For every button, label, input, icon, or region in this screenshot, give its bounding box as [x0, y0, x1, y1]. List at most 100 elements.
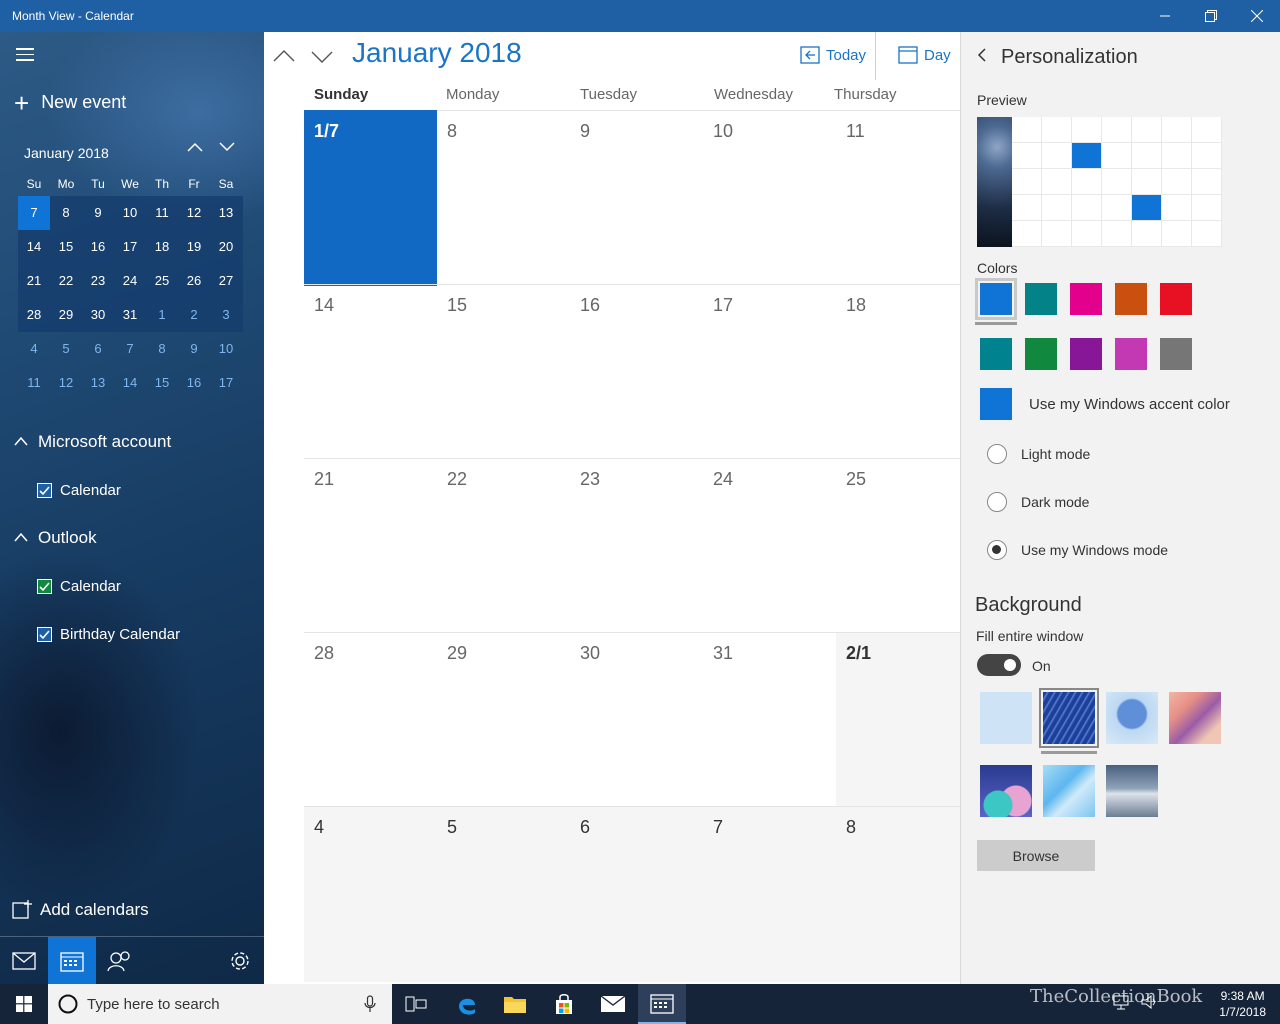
- mini-day[interactable]: 21: [18, 264, 50, 298]
- mini-day[interactable]: 6: [82, 332, 114, 366]
- color-swatch[interactable]: [980, 338, 1012, 370]
- new-event-button[interactable]: + New event: [14, 90, 126, 116]
- background-thumb-canyon[interactable]: [1169, 692, 1221, 744]
- mini-day[interactable]: 20: [210, 230, 242, 264]
- mini-day[interactable]: 16: [82, 230, 114, 264]
- mini-prev-month-icon[interactable]: [186, 140, 204, 158]
- color-swatch[interactable]: [1070, 338, 1102, 370]
- hamburger-menu-icon[interactable]: [16, 48, 34, 62]
- checkbox[interactable]: [37, 579, 52, 594]
- previous-month-button[interactable]: [272, 44, 296, 68]
- mini-day[interactable]: 13: [210, 196, 242, 230]
- store-button[interactable]: [540, 984, 588, 1024]
- mini-day[interactable]: 9: [82, 196, 114, 230]
- day-cell[interactable]: 24: [703, 458, 836, 632]
- mini-day[interactable]: 11: [18, 366, 50, 400]
- day-cell[interactable]: 16: [570, 284, 703, 458]
- day-cell[interactable]: 25: [836, 458, 960, 632]
- mini-next-month-icon[interactable]: [218, 140, 236, 158]
- mini-day[interactable]: 9: [178, 332, 210, 366]
- clock[interactable]: 9:38 AM 1/7/2018: [1219, 988, 1266, 1020]
- calendar-toggle-outlook-calendar[interactable]: Calendar: [37, 578, 121, 595]
- mini-day[interactable]: 15: [146, 366, 178, 400]
- calendar-toggle-microsoft-calendar[interactable]: Calendar: [37, 482, 121, 499]
- next-month-button[interactable]: [310, 44, 334, 68]
- mini-day[interactable]: 15: [50, 230, 82, 264]
- day-cell[interactable]: 8: [836, 806, 960, 982]
- browse-button[interactable]: Browse: [977, 840, 1095, 871]
- radio-button[interactable]: [987, 444, 1007, 464]
- mini-day[interactable]: 7: [18, 196, 50, 230]
- close-button[interactable]: [1234, 0, 1280, 32]
- mini-day[interactable]: 12: [178, 196, 210, 230]
- day-cell[interactable]: 31: [703, 632, 836, 806]
- people-app-button[interactable]: [96, 937, 144, 984]
- background-thumb-circles[interactable]: [980, 765, 1032, 817]
- day-cell[interactable]: 18: [836, 284, 960, 458]
- mini-day[interactable]: 14: [114, 366, 146, 400]
- today-button[interactable]: Today: [800, 46, 866, 64]
- mini-day[interactable]: 25: [146, 264, 178, 298]
- dark-mode-radio[interactable]: Dark mode: [987, 492, 1089, 512]
- radio-button[interactable]: [987, 492, 1007, 512]
- network-icon[interactable]: [1112, 994, 1130, 1010]
- mini-day[interactable]: 19: [178, 230, 210, 264]
- mini-day[interactable]: 16: [178, 366, 210, 400]
- windows-mode-radio[interactable]: Use my Windows mode: [987, 540, 1168, 560]
- day-cell[interactable]: 28: [304, 632, 437, 806]
- mini-day[interactable]: 29: [50, 298, 82, 332]
- background-thumb-light-blue[interactable]: [980, 692, 1032, 744]
- day-cell[interactable]: 6: [570, 806, 703, 982]
- day-cell[interactable]: 11: [836, 110, 960, 284]
- mini-day[interactable]: 30: [82, 298, 114, 332]
- light-mode-radio[interactable]: Light mode: [987, 444, 1090, 464]
- mini-day[interactable]: 12: [50, 366, 82, 400]
- radio-button[interactable]: [987, 540, 1007, 560]
- mini-day[interactable]: 27: [210, 264, 242, 298]
- color-swatch[interactable]: [975, 278, 1017, 325]
- color-swatch[interactable]: [1115, 338, 1147, 370]
- edge-browser-button[interactable]: [443, 984, 491, 1024]
- day-cell[interactable]: 10: [703, 110, 836, 284]
- mini-day[interactable]: 22: [50, 264, 82, 298]
- calendar-taskbar-button[interactable]: [638, 984, 686, 1024]
- day-cell[interactable]: 5: [437, 806, 570, 982]
- day-cell[interactable]: 2/1: [836, 632, 960, 806]
- group-microsoft-account[interactable]: Microsoft account: [14, 432, 171, 452]
- color-swatch[interactable]: [1025, 283, 1057, 315]
- day-cell[interactable]: 17: [703, 284, 836, 458]
- volume-icon[interactable]: [1140, 994, 1158, 1010]
- background-thumb-tree[interactable]: [1106, 692, 1158, 744]
- mail-taskbar-button[interactable]: [589, 984, 637, 1024]
- mini-day[interactable]: 24: [114, 264, 146, 298]
- settings-button[interactable]: [216, 937, 264, 984]
- mini-day[interactable]: 7: [114, 332, 146, 366]
- day-cell[interactable]: 8: [437, 110, 570, 284]
- day-cell[interactable]: 4: [304, 806, 437, 982]
- background-thumb-polygons[interactable]: [1043, 765, 1095, 817]
- mini-day[interactable]: 1: [146, 298, 178, 332]
- file-explorer-button[interactable]: [491, 984, 539, 1024]
- taskbar-search[interactable]: Type here to search: [48, 984, 392, 1024]
- color-swatch[interactable]: [1025, 338, 1057, 370]
- start-button[interactable]: [0, 984, 48, 1024]
- mini-day[interactable]: 8: [146, 332, 178, 366]
- minimize-button[interactable]: [1142, 0, 1188, 32]
- mini-day[interactable]: 31: [114, 298, 146, 332]
- mini-day[interactable]: 11: [146, 196, 178, 230]
- mini-day[interactable]: 13: [82, 366, 114, 400]
- checkbox[interactable]: [37, 483, 52, 498]
- calendar-app-button[interactable]: [48, 937, 96, 984]
- color-swatch[interactable]: [1070, 283, 1102, 315]
- day-cell[interactable]: 29: [437, 632, 570, 806]
- mini-day[interactable]: 8: [50, 196, 82, 230]
- color-swatch[interactable]: [1160, 283, 1192, 315]
- day-cell[interactable]: 15: [437, 284, 570, 458]
- mini-day[interactable]: 14: [18, 230, 50, 264]
- day-cell[interactable]: 22: [437, 458, 570, 632]
- day-cell[interactable]: 1/7: [304, 110, 437, 286]
- add-calendars-button[interactable]: Add calendars: [12, 900, 149, 920]
- mini-day[interactable]: 26: [178, 264, 210, 298]
- checkbox[interactable]: [37, 627, 52, 642]
- mini-day[interactable]: 28: [18, 298, 50, 332]
